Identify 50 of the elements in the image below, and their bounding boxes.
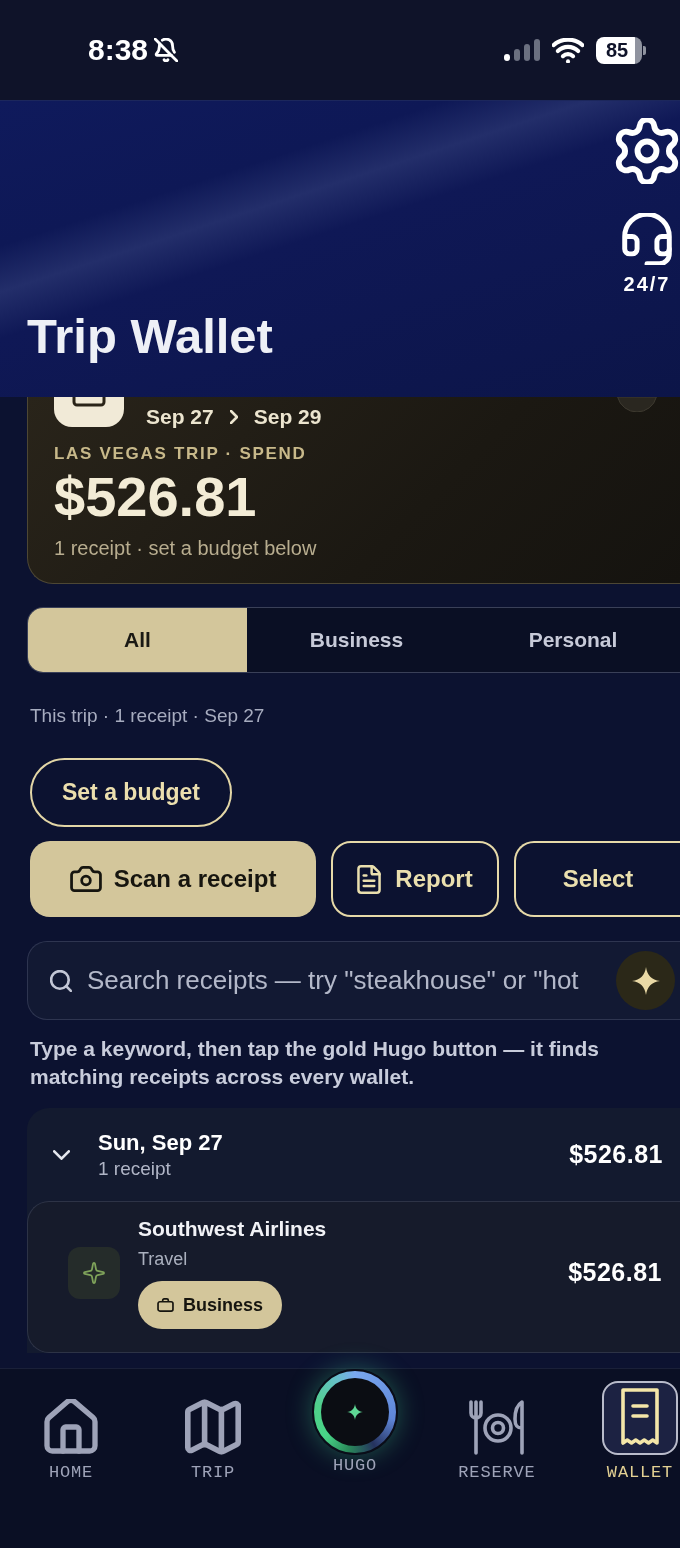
set-budget-button[interactable]: Set a budget <box>30 758 232 827</box>
signal-icon <box>504 39 540 61</box>
start-date: Sep 27 <box>146 404 214 431</box>
headset-icon <box>621 213 673 265</box>
sparkle-icon <box>68 1247 120 1299</box>
scan-receipt-button[interactable]: Scan a receipt <box>30 841 316 917</box>
end-date: Sep 29 <box>253 404 322 431</box>
settings-icon[interactable] <box>614 118 680 184</box>
home-icon <box>43 1399 99 1455</box>
filter-tab[interactable]: Personal <box>466 608 680 672</box>
search-icon <box>50 969 72 992</box>
filter-tab[interactable]: All <box>28 608 247 672</box>
receipt-amount: $526.81 <box>568 1257 662 1289</box>
day-receipt-count: 1 receipt <box>98 1156 172 1181</box>
status-time: 8:38 <box>88 35 149 65</box>
muted-bell-icon <box>154 38 179 62</box>
document-icon <box>357 864 382 894</box>
wifi-icon <box>552 37 584 63</box>
map-icon <box>185 1399 241 1455</box>
briefcase-icon <box>157 1298 174 1312</box>
sparkle-icon <box>631 966 660 995</box>
nav-tab[interactable]: WALLET <box>568 1369 680 1548</box>
nav-tab[interactable]: TRIP <box>142 1369 284 1548</box>
search-input[interactable]: Search receipts — try "steakhouse" or "hot <box>87 961 616 1000</box>
support-button[interactable]: 24/7 <box>621 213 673 295</box>
receipt-category: Travel <box>138 1248 188 1271</box>
chevron-right-icon <box>229 410 238 424</box>
page-title: Trip Wallet <box>27 308 273 365</box>
nav-tab[interactable]: HOME <box>0 1369 142 1548</box>
day-date: Sun, Sep 27 <box>98 1128 223 1157</box>
camera-icon <box>69 866 102 892</box>
receipt-card[interactable]: Southwest Airlines Travel Business $526.81 <box>27 1201 680 1353</box>
merchant-name: Southwest Airlines <box>138 1216 327 1242</box>
fork-plate-knife-icon <box>469 1399 525 1455</box>
day-total: $526.81 <box>569 1138 663 1170</box>
battery-indicator: 85 <box>596 36 646 64</box>
nav-tab[interactable]: RESERVE <box>426 1369 568 1548</box>
report-button[interactable]: Report <box>331 841 499 917</box>
trip-summary: This trip · 1 receipt · Sep 27 <box>30 705 266 727</box>
select-button[interactable]: Select <box>514 841 680 917</box>
tile-icon <box>54 397 124 427</box>
category-tag[interactable]: Business <box>138 1281 283 1329</box>
chevron-down-icon[interactable] <box>53 1149 70 1160</box>
nav-tab[interactable]: HUGO <box>284 1369 426 1548</box>
filter-tab[interactable]: Business <box>247 608 466 672</box>
search-hint: Type a keyword, then tap the gold Hugo button — it finds matching receipts across every wallet. <box>30 1036 600 1090</box>
trip-total-amount: $526.81 <box>54 467 258 527</box>
search-field[interactable]: Search receipts — try "steakhouse" or "hot <box>27 941 680 1020</box>
trip-spend-label: LAS VEGAS TRIP · SPEND <box>54 444 308 464</box>
trip-card-summary: 1 receipt · set a budget below <box>54 536 318 560</box>
